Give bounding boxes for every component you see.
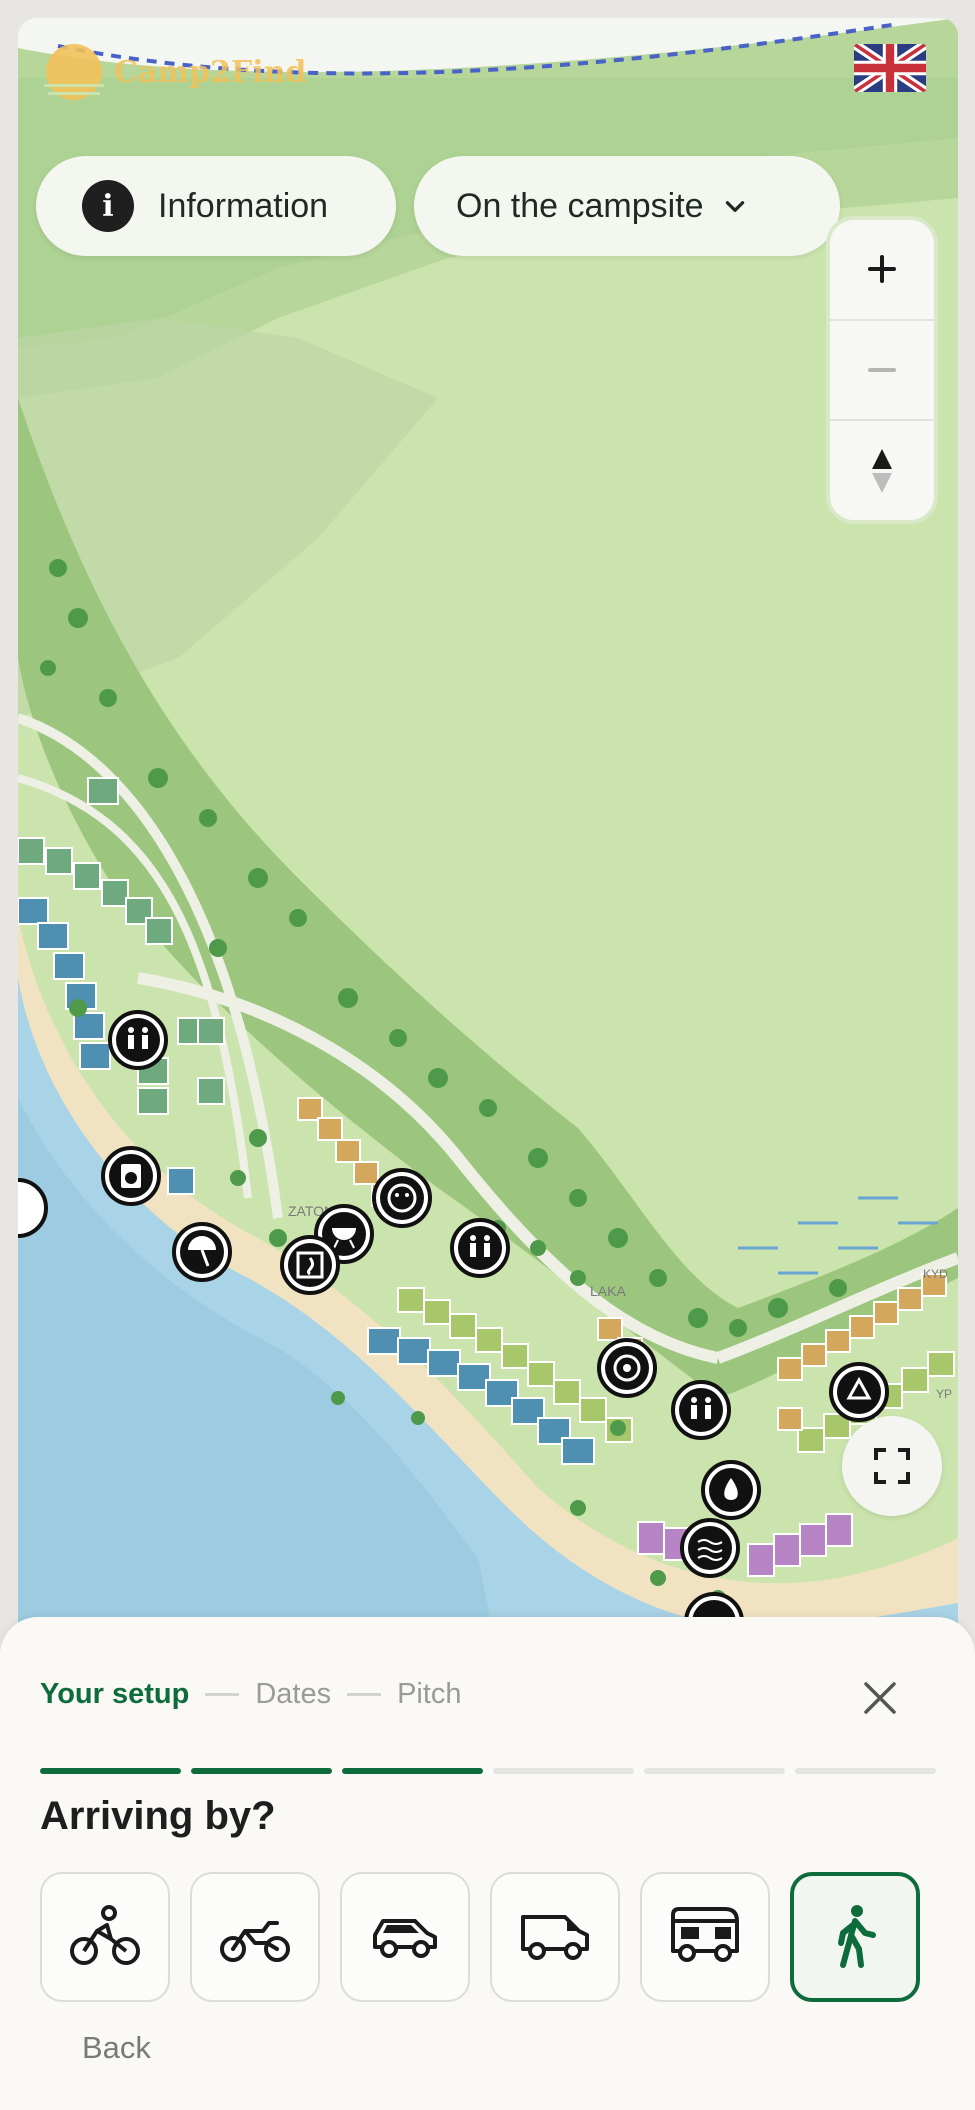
progress-segment: [342, 1768, 483, 1774]
poi-fireplace-marker[interactable]: [280, 1235, 340, 1295]
step-dates[interactable]: Dates: [255, 1678, 331, 1711]
wizard-steps: Your setup Dates Pitch: [40, 1678, 462, 1711]
zoom-in-button[interactable]: [830, 220, 934, 321]
poi-swimming-marker[interactable]: [680, 1518, 740, 1578]
close-icon[interactable]: [858, 1676, 902, 1720]
logo-text: Camp2Find: [114, 54, 307, 90]
progress-segment: [795, 1768, 936, 1774]
zoom-controls: [826, 216, 938, 524]
progress-segment: [191, 1768, 332, 1774]
compass-icon: [872, 448, 892, 493]
fullscreen-icon: [874, 1448, 910, 1484]
motorbike-icon: [220, 1921, 290, 1962]
bicycle-option[interactable]: [40, 1872, 170, 2002]
zoom-out-button[interactable]: [830, 321, 934, 422]
information-label: Information: [158, 186, 329, 225]
poi-toilets-marker-3[interactable]: [671, 1380, 731, 1440]
poi-kids-marker[interactable]: [372, 1168, 432, 1228]
camper-icon: [671, 1907, 739, 1962]
camper-option[interactable]: [640, 1872, 770, 2002]
poi-water-marker[interactable]: [701, 1460, 761, 1520]
plus-icon: [868, 255, 896, 284]
progress-bar: [40, 1768, 936, 1774]
poi-toilets-marker[interactable]: [108, 1010, 168, 1070]
walking-option[interactable]: [790, 1872, 920, 2002]
progress-segment: [40, 1768, 181, 1774]
map-label-kyd: KYD: [923, 1267, 948, 1281]
chevron-down-icon: [725, 201, 744, 212]
category-dropdown[interactable]: On the campsite: [414, 156, 840, 256]
info-icon: i: [82, 180, 134, 232]
bicycle-icon: [70, 1905, 140, 1965]
motorbike-option[interactable]: [190, 1872, 320, 2002]
progress-segment: [644, 1768, 785, 1774]
step-separator: [347, 1693, 382, 1696]
category-label: On the campsite: [456, 186, 704, 225]
back-button[interactable]: Back: [82, 2030, 151, 2066]
step-your-setup[interactable]: Your setup: [40, 1678, 189, 1711]
poi-toilets-marker-2[interactable]: [450, 1218, 510, 1278]
uk-flag-icon[interactable]: [854, 44, 926, 92]
poi-beach-umbrella-marker[interactable]: [172, 1222, 232, 1282]
minus-icon: [868, 368, 896, 372]
map-label-yp: YP: [936, 1387, 952, 1401]
map-frame[interactable]: ZATON LAKA KYD YP Camp2Find i Informatio…: [18, 18, 958, 1658]
progress-segment: [493, 1768, 634, 1774]
vehicle-options: [40, 1872, 920, 2002]
question-title: Arriving by?: [40, 1794, 276, 1838]
fullscreen-button[interactable]: [842, 1416, 942, 1516]
van-option[interactable]: [490, 1872, 620, 2002]
poi-recycling-marker[interactable]: [829, 1362, 889, 1422]
poi-laundry-marker[interactable]: [101, 1146, 161, 1206]
poi-sports-marker[interactable]: [597, 1338, 657, 1398]
van-icon: [521, 1915, 589, 1960]
car-icon: [373, 1919, 437, 1958]
step-separator: [205, 1693, 240, 1696]
logo: Camp2Find: [38, 36, 306, 108]
information-button[interactable]: i Information: [36, 156, 396, 256]
campsite-map[interactable]: ZATON LAKA KYD YP: [18, 18, 958, 1658]
compass-button[interactable]: [830, 421, 934, 520]
sun-logo-icon: [44, 44, 104, 100]
walking-icon: [838, 1905, 876, 1968]
step-pitch[interactable]: Pitch: [397, 1678, 461, 1711]
car-option[interactable]: [340, 1872, 470, 2002]
map-label-laka: LAKA: [590, 1283, 626, 1299]
